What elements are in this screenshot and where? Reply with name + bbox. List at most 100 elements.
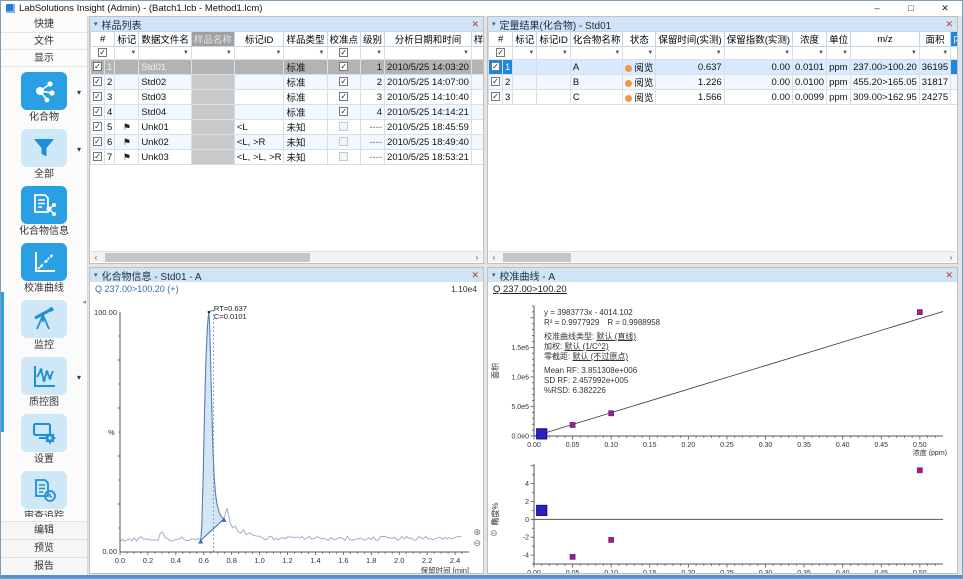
row-checkbox[interactable]: ✓	[489, 75, 503, 90]
cell-vial[interactable]: 6	[471, 135, 483, 150]
cell-vial[interactable]: 2	[471, 75, 483, 90]
cell-level[interactable]: ----	[361, 120, 385, 135]
calibration-point[interactable]	[570, 422, 575, 427]
row-checkbox[interactable]: ✓	[91, 90, 105, 105]
cell-status[interactable]: 阅览	[623, 90, 656, 105]
filter-cell[interactable]: ▼	[827, 47, 851, 60]
sample-list-hscrollbar[interactable]: ‹ ›	[91, 251, 482, 262]
zoom-out-icon[interactable]: ⊖	[490, 528, 498, 538]
cell-sample-type[interactable]: 标准	[284, 105, 327, 120]
mrm-transition-label[interactable]: Q 237.00>100.20 (+)	[95, 284, 179, 294]
cell-istd-area[interactable]: ----	[951, 75, 957, 90]
cell-number[interactable]: 1	[503, 60, 513, 75]
cell-cal-point[interactable]: ✓	[327, 90, 361, 105]
cell-data-file[interactable]: Std04	[139, 105, 192, 120]
column-header[interactable]: 标记	[513, 32, 537, 47]
cell-mark-id[interactable]	[537, 60, 571, 75]
cell-mark-id[interactable]: <L	[234, 120, 284, 135]
cell-sample-type[interactable]: 标准	[284, 75, 327, 90]
chevron-down-icon[interactable]: ▾	[77, 88, 81, 97]
column-header[interactable]: 标记	[115, 32, 139, 47]
scroll-thumb[interactable]	[503, 253, 571, 262]
table-row[interactable]: ✓2B阅览1.2260.000.0100ppm455.20>165.053181…	[489, 75, 958, 90]
cell-unit[interactable]: ppm	[827, 90, 851, 105]
cell-datetime[interactable]: 2010/5/25 18:49:40	[385, 135, 472, 150]
column-header[interactable]: 化合物名称	[570, 32, 623, 47]
panel-close-icon[interactable]: ✕	[945, 270, 953, 281]
cell-vial[interactable]: 3	[471, 90, 483, 105]
column-header[interactable]: 标记ID	[537, 32, 571, 47]
mrm-transition-link[interactable]: Q 237.00>100.20	[493, 284, 567, 295]
filter-cell[interactable]: ▼	[115, 47, 139, 60]
table-row[interactable]: ✓1Std01标准✓12010/5/25 14:03:2011	[91, 60, 484, 75]
column-header[interactable]: 分析日期和时间	[385, 32, 472, 47]
residual-point[interactable]	[609, 537, 614, 542]
cell-number[interactable]: 2	[105, 75, 115, 90]
cell-unit[interactable]: ppm	[827, 75, 851, 90]
cell-vial[interactable]: 1	[471, 60, 483, 75]
cell-istd-area[interactable]: ----	[951, 90, 957, 105]
cell-flag[interactable]	[115, 75, 139, 90]
cell-datetime[interactable]: 2010/5/25 18:53:21	[385, 150, 472, 165]
panel-close-icon[interactable]: ✕	[945, 19, 953, 30]
cell-istd-area[interactable]: ----	[951, 60, 957, 75]
cell-sample-type[interactable]: 标准	[284, 60, 327, 75]
scroll-right-icon[interactable]: ›	[472, 252, 482, 263]
cell-datetime[interactable]: 2010/5/25 14:07:00	[385, 75, 472, 90]
sidebar-menu-1[interactable]: 快捷	[1, 16, 87, 33]
sidebar-menu-2[interactable]: 文件	[1, 33, 87, 50]
cell-datetime[interactable]: 2010/5/25 14:14:21	[385, 105, 472, 120]
row-checkbox[interactable]: ✓	[489, 90, 503, 105]
column-header[interactable]: #	[489, 32, 513, 47]
scroll-right-icon[interactable]: ›	[946, 252, 956, 263]
sidebar-bottom-3[interactable]: 报告	[1, 557, 87, 575]
cell-flag[interactable]: ⚑	[115, 135, 139, 150]
table-row[interactable]: ✓4Std04标准✓42010/5/25 14:14:2141	[91, 105, 484, 120]
cell-concentration[interactable]: 0.0100	[793, 75, 827, 90]
cell-level[interactable]: ----	[361, 135, 385, 150]
column-header[interactable]: 单位	[827, 32, 851, 47]
cell-cal-point[interactable]	[327, 135, 361, 150]
cell-mz[interactable]: 237.00>100.20	[851, 60, 920, 75]
collapse-triangle-icon[interactable]: ▾	[94, 20, 98, 28]
collapse-triangle-icon[interactable]: ▾	[94, 271, 98, 279]
cell-mz[interactable]: 309.00>162.95	[851, 90, 920, 105]
column-header[interactable]: 样品名称	[191, 32, 234, 47]
cell-number[interactable]: 3	[503, 90, 513, 105]
sidebar-menu-3[interactable]: 显示	[1, 50, 87, 67]
column-header[interactable]: 标记ID	[234, 32, 284, 47]
table-row[interactable]: ✓1A阅览0.6370.000.0101ppm237.00>100.203619…	[489, 60, 958, 75]
column-header[interactable]: 样品瓶	[471, 32, 483, 47]
table-row[interactable]: ✓5⚑Unk01<L未知----2010/5/25 18:45:5951	[91, 120, 484, 135]
zoom-in-icon[interactable]: ⊕	[490, 517, 498, 527]
column-header[interactable]: 样品类型	[284, 32, 327, 47]
column-header[interactable]: m/z	[851, 32, 920, 47]
filter-cell[interactable]: ▼	[385, 47, 472, 60]
column-header[interactable]: 级别	[361, 32, 385, 47]
cell-retention-index[interactable]: 0.00	[724, 90, 792, 105]
column-header[interactable]: 内标面积	[951, 32, 957, 47]
sidebar-tool-monitor[interactable]: 监控	[1, 300, 87, 357]
close-button[interactable]: ✕	[928, 1, 962, 16]
filter-cell[interactable]: ▼	[656, 47, 724, 60]
column-header[interactable]: 数据文件名	[139, 32, 192, 47]
filter-cell[interactable]: ▼	[851, 47, 920, 60]
sidebar-tool-audit-trail[interactable]: 审查追踪	[1, 471, 87, 517]
cell-concentration[interactable]: 0.0101	[793, 60, 827, 75]
cell-status[interactable]: 阅览	[623, 75, 656, 90]
sidebar-bottom-1[interactable]: 编辑	[1, 521, 87, 539]
row-checkbox[interactable]: ✓	[91, 60, 105, 75]
cell-retention-index[interactable]: 0.00	[724, 75, 792, 90]
cell-retention-time[interactable]: 0.637	[656, 60, 724, 75]
cell-datetime[interactable]: 2010/5/25 14:10:40	[385, 90, 472, 105]
cell-data-file[interactable]: Unk02	[139, 135, 192, 150]
sidebar-bottom-2[interactable]: 预览	[1, 539, 87, 557]
column-header[interactable]: 状态	[623, 32, 656, 47]
cell-number[interactable]: 7	[105, 150, 115, 165]
filter-cell[interactable]: ▼	[919, 47, 950, 60]
calibration-point[interactable]	[609, 411, 614, 416]
row-checkbox[interactable]: ✓	[91, 150, 105, 165]
filter-checkbox[interactable]: ✓	[91, 47, 115, 60]
collapse-triangle-icon[interactable]: ▾	[492, 271, 496, 279]
minimize-button[interactable]: –	[860, 1, 894, 16]
